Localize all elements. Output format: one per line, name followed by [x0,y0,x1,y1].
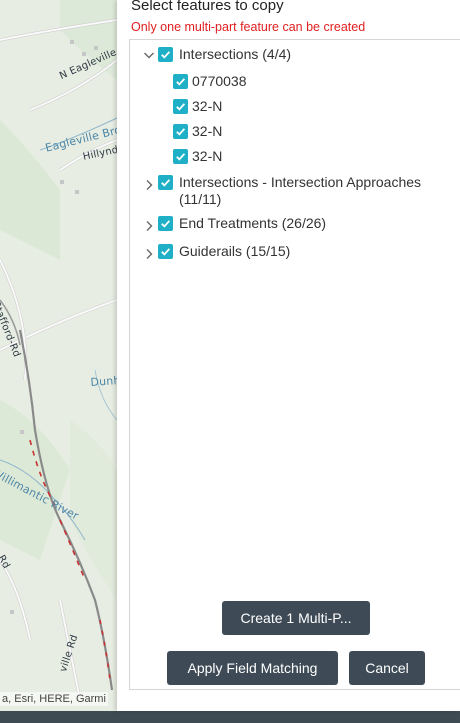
tree-node-label-line1: Intersections - Intersection Approaches [179,174,422,190]
tree-node-label: Intersections (4/4) [179,46,292,62]
checkbox-checked-icon[interactable] [158,244,173,259]
panel-title: Select features to copy [131,0,284,14]
create-multipart-button[interactable]: Create 1 Multi-P... [222,601,370,635]
map-attribution: a, Esri, HERE, Garmi [0,692,108,706]
bottom-bar [0,711,460,723]
cancel-button[interactable]: Cancel [349,651,425,685]
checkbox-checked-icon[interactable] [173,74,188,89]
feature-tree: Intersections (4/4) 0770038 32-N 32-N 32… [129,39,460,690]
tree-node-label: End Treatments (26/26) [179,215,327,231]
tree-node-label: Guiderails (15/15) [179,243,291,259]
apply-field-matching-button[interactable]: Apply Field Matching [167,651,338,685]
tree-leaf-32n[interactable]: 32-N [173,123,222,140]
checkbox-checked-icon[interactable] [158,216,173,231]
tree-node-label-line2: (11/11) [179,191,222,207]
checkbox-checked-icon[interactable] [158,47,173,62]
tree-node-guiderails[interactable]: Guiderails (15/15) [142,243,290,261]
panel-warning: Only one multi-part feature can be creat… [131,20,366,34]
chevron-down-icon[interactable] [142,48,156,62]
tree-node-intersection-approaches[interactable]: Intersections - Intersection Approaches … [142,174,421,208]
copy-features-panel: Select features to copy Only one multi-p… [117,0,460,711]
chevron-right-icon[interactable] [142,247,156,261]
tree-leaf-32n[interactable]: 32-N [173,98,222,115]
tree-leaf-32n[interactable]: 32-N [173,148,222,165]
tree-leaf-label: 0770038 [192,73,247,89]
checkbox-checked-icon[interactable] [173,124,188,139]
tree-node-end-treatments[interactable]: End Treatments (26/26) [142,215,326,233]
tree-node-label: Intersections - Intersection Approaches … [179,174,421,208]
checkbox-checked-icon[interactable] [173,149,188,164]
chevron-right-icon[interactable] [142,219,156,233]
tree-leaf-label: 32-N [192,148,223,164]
checkbox-checked-icon[interactable] [158,175,173,190]
tree-node-intersections[interactable]: Intersections (4/4) [142,46,291,63]
chevron-right-icon[interactable] [142,178,156,192]
tree-leaf-0770038[interactable]: 0770038 [173,73,247,90]
tree-leaf-label: 32-N [192,123,223,139]
tree-leaf-label: 32-N [192,98,223,114]
checkbox-checked-icon[interactable] [173,99,188,114]
